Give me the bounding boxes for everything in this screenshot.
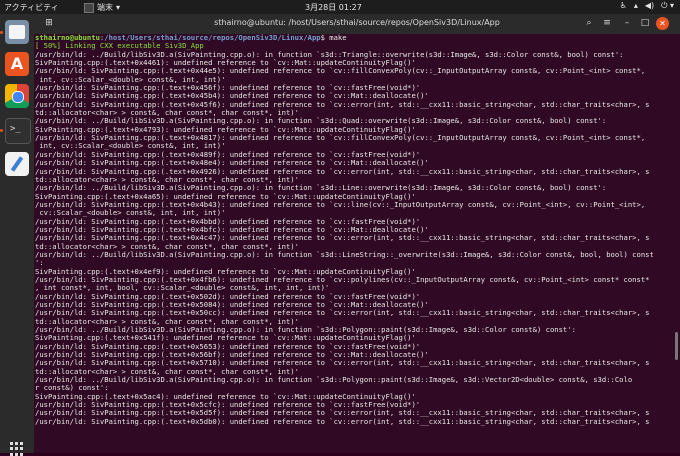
show-applications-icon[interactable]: [10, 442, 24, 456]
accessibility-icon[interactable]: ♿: [620, 1, 627, 11]
minimize-icon[interactable]: –: [620, 17, 634, 30]
scrollbar[interactable]: [675, 332, 678, 360]
app-menu-label: 端末: [97, 3, 113, 12]
software-store-icon[interactable]: A: [5, 52, 29, 76]
power-icon[interactable]: ⏻ ▾: [661, 1, 674, 11]
text-editor-icon[interactable]: [5, 152, 29, 176]
close-icon[interactable]: ✕: [656, 17, 669, 30]
search-icon[interactable]: ⌕: [582, 17, 596, 30]
hamburger-menu-icon[interactable]: ≡: [600, 17, 614, 30]
activities-button[interactable]: アクティビティ: [4, 2, 59, 13]
volume-icon[interactable]: ◀): [645, 1, 654, 11]
output-line: /usr/bin/ld: ../Build/libSiv3D.a(SivPain…: [35, 375, 633, 385]
files-icon[interactable]: [5, 20, 29, 44]
chrome-icon[interactable]: [5, 84, 29, 108]
dock: A: [0, 14, 34, 456]
terminal-app-icon: [84, 2, 94, 13]
app-menu[interactable]: 端末 ▾: [84, 2, 120, 13]
maximize-icon[interactable]: □: [638, 17, 652, 30]
running-indicator: [0, 31, 3, 34]
system-tray[interactable]: ♿ ▴ ◀) ⏻ ▾: [620, 1, 674, 11]
terminal-window: ⊞ sthairno@ubuntu: /host/Users/sthai/sou…: [34, 14, 680, 453]
prompt-command: $ make: [320, 34, 347, 42]
output-line: /usr/bin/ld: SivPainting.cpp:(.text+0x5d…: [35, 416, 650, 426]
top-bar: アクティビティ 端末 ▾ 3月28日 01:27 ♿ ▴ ◀) ⏻ ▾: [0, 0, 680, 14]
output-line: /usr/bin/ld: ../Build/libSiv3D.a(SivPain…: [35, 249, 654, 259]
running-indicator: [0, 129, 3, 132]
terminal-icon[interactable]: [5, 118, 31, 144]
clock[interactable]: 3月28日 01:27: [305, 2, 362, 13]
terminal-output[interactable]: sthairno@ubuntu:/host/Users/sthai/source…: [34, 34, 675, 453]
chevron-down-icon: ▾: [116, 3, 121, 12]
network-icon[interactable]: ▴: [634, 1, 638, 11]
window-titlebar[interactable]: ⊞ sthairno@ubuntu: /host/Users/sthai/sou…: [34, 14, 680, 34]
